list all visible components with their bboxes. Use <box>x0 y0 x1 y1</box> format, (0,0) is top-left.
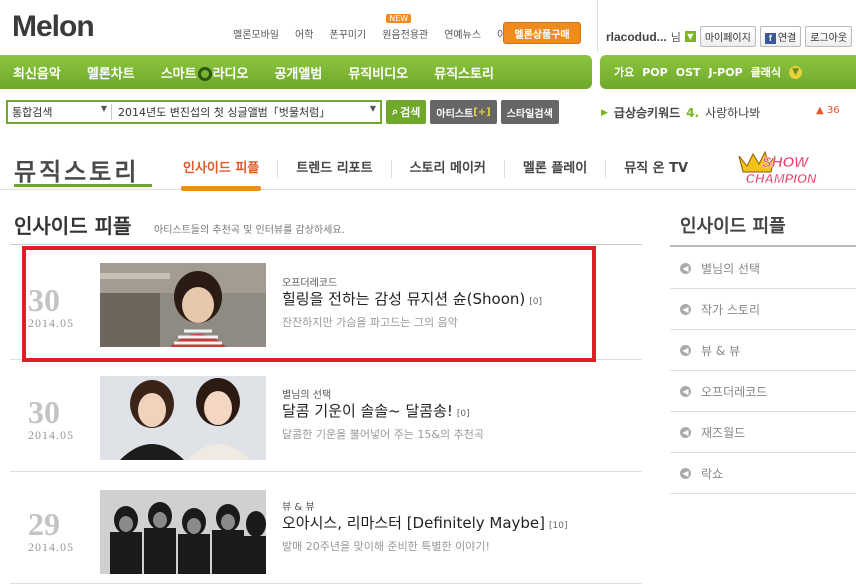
facebook-icon: f <box>764 33 776 44</box>
search-box: 통합검색 ▼ 2014년도 변진섭의 첫 싱글앨범「벗물처럼」 ▼ <box>6 100 382 124</box>
chevron-left-icon: ◀ <box>680 426 691 438</box>
style-search-button[interactable]: 스타일검색 <box>500 100 559 124</box>
sidebar-item-off-the-record[interactable]: ◀ 오프더레코드 <box>670 371 856 412</box>
hot-keyword-label: 급상승키워드 <box>613 106 681 120</box>
top-header: Melon 멜론모바일 어학 폰꾸미기 NEW원음전용관 연예뉴스 이벤트 멜론… <box>0 0 856 52</box>
hot-keyword-change: ▲ 36 <box>816 105 840 116</box>
caret-down-icon: ▼ <box>369 104 376 113</box>
section-tabs: 인사이드 피플 트렌드 리포트 스토리 메이커 멜론 플레이 뮤직 온 TV <box>165 160 706 191</box>
hot-keyword[interactable]: 사랑하나봐 <box>705 104 760 121</box>
buy-product-button[interactable]: 멜론상품구매 <box>503 22 581 44</box>
facebook-connect-button[interactable]: f 연결 <box>759 26 802 47</box>
genre-classic[interactable]: 클래식 <box>747 64 785 80</box>
chevron-left-icon: ◀ <box>680 344 691 356</box>
hot-keyword-rank: 4. <box>686 105 700 120</box>
tab-story-maker[interactable]: 스토리 메이커 <box>390 160 504 178</box>
nav-item-smart-radio[interactable]: 스마트 라디오 <box>148 63 262 82</box>
list-item[interactable]: 29 2014.05 뷰 & 뷰 오아시스, 리마스터 [Definitely … <box>10 474 642 584</box>
item-day: 30 <box>28 394 60 430</box>
svg-text:SHOW: SHOW <box>762 154 811 171</box>
highlight-box <box>22 246 596 362</box>
mypage-button[interactable]: 마이페이지 <box>699 26 756 47</box>
main-nav: 최신음악 멜론차트 스마트 라디오 공개앨범 뮤직비디오 뮤직스토리 <box>0 55 592 89</box>
genre-pop[interactable]: POP <box>638 66 671 79</box>
item-thumbnail[interactable] <box>100 376 266 460</box>
nav-item-chart[interactable]: 멜론차트 <box>74 63 148 82</box>
list-item[interactable]: 30 2014.05 별님의 선택 달콤 기운이 솔솔~ 달콤송! [0] 달콤한… <box>10 362 642 472</box>
title-divider <box>10 244 642 245</box>
search-input[interactable]: 2014년도 변진섭의 첫 싱글앨범「벗물처럼」 ▼ <box>112 104 380 120</box>
genre-jpop[interactable]: J-POP <box>705 66 747 79</box>
nav-item-music-video[interactable]: 뮤직비디오 <box>335 63 421 82</box>
sidebar-item-view-and-view[interactable]: ◀ 뷰 & 뷰 <box>670 330 856 371</box>
item-day: 29 <box>28 506 60 542</box>
sidebar-item-star-pick[interactable]: ◀ 별님의 선택 <box>670 248 856 289</box>
utility-links: 멜론모바일 어학 폰꾸미기 NEW원음전용관 연예뉴스 이벤트 <box>225 14 533 41</box>
sidebar-item-rock-show[interactable]: ◀ 락쇼 <box>670 453 856 494</box>
chevron-left-icon: ◀ <box>680 467 691 479</box>
item-category[interactable]: 별님의 선택 <box>282 386 331 401</box>
item-title[interactable]: 달콤 기운이 솔솔~ 달콤송! [0] <box>282 400 470 421</box>
chevron-left-icon: ◀ <box>680 303 691 315</box>
melon-logo[interactable]: Melon <box>12 10 95 44</box>
search-row: 통합검색 ▼ 2014년도 변진섭의 첫 싱글앨범「벗물처럼」 ▼ ⌕ 검색 아티스트… <box>6 99 559 125</box>
page-title: 인사이드 피플 <box>14 214 132 238</box>
play-triangle-icon: ▶ <box>601 107 608 118</box>
username[interactable]: rlacodud... <box>606 30 667 44</box>
honorific: 님 <box>670 30 681 44</box>
search-button[interactable]: ⌕ 검색 <box>386 100 427 124</box>
sidebar-title: 인사이드 피플 <box>680 216 786 237</box>
tab-trend-report[interactable]: 트렌드 리포트 <box>277 160 390 178</box>
item-description: 달콤한 기운을 불어넣어 주는 15&의 추천곡 <box>282 428 484 441</box>
genre-ost[interactable]: OST <box>672 66 705 79</box>
sidebar-item-jazz-world[interactable]: ◀ 재즈월드 <box>670 412 856 453</box>
search-category-select[interactable]: 통합검색 ▼ <box>8 104 112 120</box>
util-link-mobile[interactable]: 멜론모바일 <box>225 26 287 41</box>
item-thumbnail[interactable] <box>100 490 266 574</box>
show-champion-logo[interactable]: SHOW CHAMPION <box>735 150 825 188</box>
util-link-ent-news[interactable]: 연예뉴스 <box>436 26 489 41</box>
util-link-original-sound[interactable]: NEW 원음전용관 <box>374 14 436 41</box>
tab-music-on-tv[interactable]: 뮤직 온 TV <box>605 160 706 178</box>
tab-melon-play[interactable]: 멜론 플레이 <box>503 160 605 178</box>
radio-icon <box>197 67 212 81</box>
chevron-down-icon[interactable]: ▼ <box>684 31 696 42</box>
svg-text:CHAMPION: CHAMPION <box>746 171 817 186</box>
page-subtitle: 아티스트들의 추천곡 및 인터뷰를 감상하세요. <box>154 225 345 236</box>
tab-inside-people[interactable]: 인사이드 피플 <box>165 160 277 191</box>
genre-kpop[interactable]: 가요 <box>610 64 638 80</box>
title-underline <box>14 184 152 187</box>
header-divider <box>597 0 598 52</box>
comment-count: [10] <box>549 521 568 531</box>
comment-count: [0] <box>456 409 470 419</box>
item-description: 발매 20주년을 맞이해 준비한 특별한 이야기! <box>282 540 490 553</box>
item-category[interactable]: 뷰 & 뷰 <box>282 498 315 513</box>
genre-nav: 가요 POP OST J-POP 클래식 ▼ <box>600 55 856 89</box>
new-badge: NEW <box>386 14 412 23</box>
item-title[interactable]: 오아시스, 리마스터 [Definitely Maybe] [10] <box>282 512 567 533</box>
nav-item-music-story[interactable]: 뮤직스토리 <box>421 63 507 82</box>
item-date: 2014.05 <box>28 428 74 442</box>
sidebar-item-writer-story[interactable]: ◀ 작가 스토리 <box>670 289 856 330</box>
sidebar-divider <box>670 245 856 247</box>
user-bar: rlacodud... 님 ▼ 마이페이지 f 연결 로그아웃 <box>606 26 853 47</box>
chevron-left-icon: ◀ <box>680 385 691 397</box>
genre-more-chevron-icon[interactable]: ▼ <box>789 65 803 79</box>
section-header: 뮤직스토리 인사이드 피플 트렌드 리포트 스토리 메이커 멜론 플레이 뮤직 … <box>0 148 856 191</box>
util-link-language[interactable]: 어학 <box>287 26 321 41</box>
hot-keywords: ▶ 급상승키워드 4. 사랑하나봐 ▲ 36 <box>601 104 840 121</box>
artist-search-button[interactable]: 아티스트 [+] <box>430 100 497 124</box>
item-date: 2014.05 <box>28 540 74 554</box>
nav-item-latest[interactable]: 최신음악 <box>0 63 74 82</box>
search-icon: ⌕ <box>392 105 399 118</box>
nav-item-public-album[interactable]: 공개앨범 <box>261 63 335 82</box>
caret-down-icon: ▼ <box>100 104 107 113</box>
util-link-phone-deco[interactable]: 폰꾸미기 <box>321 26 374 41</box>
music-story-title[interactable]: 뮤직스토리 <box>14 152 139 187</box>
logout-button[interactable]: 로그아웃 <box>805 26 853 47</box>
chevron-left-icon: ◀ <box>680 262 691 274</box>
